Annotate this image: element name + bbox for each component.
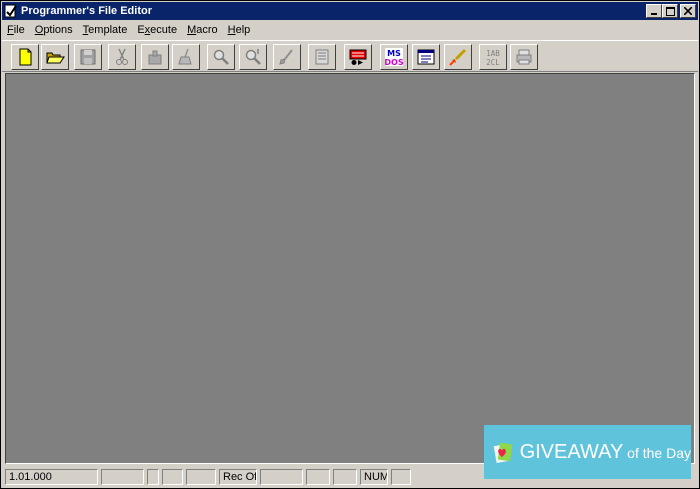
menu-accelerator: O (34, 24, 44, 36)
new-file-button[interactable] (11, 44, 39, 70)
status-pane-2 (101, 469, 144, 485)
sort-button[interactable]: 1AB 2CL (479, 44, 507, 70)
open-folder-icon (46, 52, 65, 64)
sort-label-top: 1AB (486, 49, 500, 58)
page-button[interactable] (308, 44, 336, 70)
giveaway-main: GIVEAWAY (519, 440, 624, 463)
sort-label-bottom: 2CL (486, 58, 500, 67)
status-pane-11 (391, 469, 411, 485)
paste-clipboard-icon (148, 50, 162, 65)
msdos-button[interactable]: MS DOS (380, 44, 408, 70)
giveaway-badge: GIVEAWAY of the Day (484, 425, 691, 479)
edit-button[interactable] (273, 44, 301, 70)
maximize-icon (665, 6, 675, 16)
status-pane-8 (306, 469, 330, 485)
undo-broom-icon (178, 48, 192, 65)
app-window: Programmer's File Editor File Options Te… (0, 0, 700, 489)
paste-button[interactable] (141, 44, 169, 70)
maximize-button[interactable] (662, 4, 678, 18)
save-disk-icon (80, 49, 96, 65)
giveaway-small: of the Day (623, 444, 691, 461)
new-file-icon (19, 48, 32, 66)
status-pane-5 (186, 469, 216, 485)
minimize-icon (651, 13, 657, 15)
menu-accelerator: x (144, 24, 151, 36)
minimize-button[interactable] (646, 4, 662, 18)
status-pane-3 (147, 469, 159, 485)
menu-execute[interactable]: Execute (132, 22, 182, 38)
close-button[interactable] (680, 4, 696, 18)
close-icon (684, 7, 692, 15)
giveaway-text: GIVEAWAY of the Day (520, 441, 691, 464)
find-next-button[interactable] (239, 44, 267, 70)
toolbar: MS DOS 1AB 2CL (2, 40, 698, 72)
status-pane-4 (162, 469, 183, 485)
find-next-icon (245, 49, 261, 65)
menu-accelerator: H (227, 24, 236, 36)
print-icon (516, 49, 532, 65)
status-version: 1.01.000 (5, 469, 98, 485)
menu-help[interactable]: Help (223, 22, 256, 38)
menu-accelerator: F (7, 24, 14, 36)
launch-button[interactable] (444, 44, 472, 70)
print-button[interactable] (510, 44, 538, 70)
gift-heart-icon (493, 442, 513, 463)
find-magnifier-icon (213, 49, 229, 65)
record-macro-button[interactable] (344, 44, 372, 70)
open-file-button[interactable] (41, 44, 69, 70)
status-num: NUM (360, 469, 388, 485)
app-icon[interactable] (4, 4, 18, 18)
menu-template[interactable]: Template (78, 22, 133, 38)
menu-options[interactable]: Options (30, 22, 78, 38)
rocket-icon (449, 48, 467, 66)
clear-button[interactable] (172, 44, 200, 70)
find-button[interactable] (207, 44, 235, 70)
status-pane-7 (260, 469, 303, 485)
msdos-label-bottom: DOS (384, 58, 403, 67)
status-rec: Rec Off (219, 469, 257, 485)
title-bar[interactable]: Programmer's File Editor (2, 2, 698, 20)
mdi-client-area[interactable] (5, 73, 695, 464)
menu-macro[interactable]: Macro (182, 22, 223, 38)
msdos-icon: MS DOS (384, 48, 404, 67)
save-button[interactable] (74, 44, 102, 70)
menu-file[interactable]: File (2, 22, 30, 38)
menu-accelerator: T (82, 24, 89, 36)
window-list-icon (417, 49, 435, 65)
msdos-label-top: MS (387, 49, 401, 58)
status-pane-9 (333, 469, 357, 485)
window-title: Programmer's File Editor (21, 5, 152, 17)
cut-button[interactable] (108, 44, 136, 70)
edit-brush-icon (279, 49, 293, 65)
caption-buttons (646, 4, 696, 18)
page-notes-icon (315, 49, 329, 65)
window-list-button[interactable] (412, 44, 440, 70)
record-macro-icon (349, 49, 367, 65)
sort-1ab-icon: 1AB 2CL (486, 49, 500, 67)
menu-accelerator: M (187, 24, 197, 36)
cut-scissors-icon (116, 48, 128, 65)
menu-bar: File Options Template Execute Macro Help (2, 21, 698, 39)
